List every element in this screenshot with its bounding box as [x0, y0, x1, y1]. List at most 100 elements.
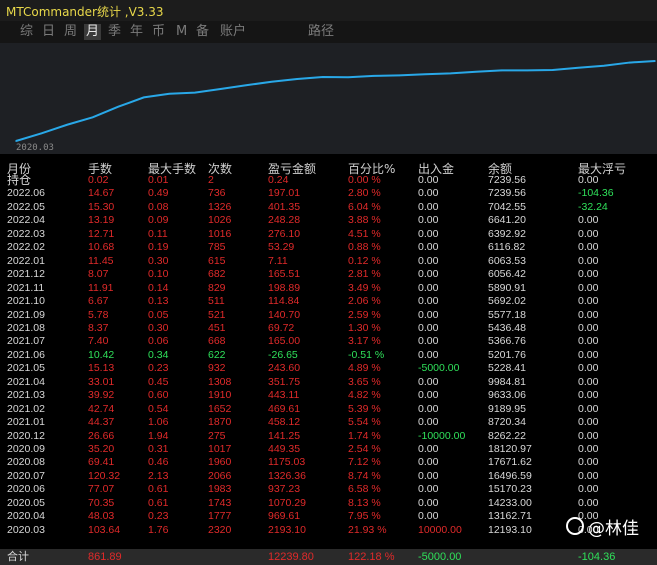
- balance-point-2020.05: [66, 123, 68, 126]
- cell-百分比%: 5.54 %: [348, 416, 381, 429]
- cell-手数: 15.30: [88, 200, 115, 213]
- tab-0[interactable]: 综: [18, 24, 35, 40]
- cell-盈亏金额: 197.01: [268, 187, 301, 200]
- cell-余额: 7042.55: [488, 200, 526, 213]
- cell-月份: 2021.04: [7, 375, 45, 388]
- tab-path[interactable]: 路径: [306, 24, 336, 40]
- table-row[interactable]: 2021.01 44.37 1.06 1870 458.12 5.54 % 0.00 8720…: [0, 416, 657, 429]
- table-row[interactable]: 2021.03 39.92 0.60 1910 443.11 4.82 % 0.00 9633…: [0, 389, 657, 402]
- cell-盈亏金额: 276.10: [268, 227, 301, 240]
- cell-手数: 13.19: [88, 214, 115, 227]
- cell-最大浮亏: 0.00: [578, 348, 599, 361]
- table-row[interactable]: 2021.02 42.74 0.54 1652 469.61 5.39 % 0.00 9189…: [0, 403, 657, 416]
- balance-point-2022.06: [654, 60, 656, 62]
- tab-9[interactable]: 账户: [218, 24, 248, 40]
- table-row[interactable]: 2022.03 12.71 0.11 1016 276.10 4.51 % 0.00 6392…: [0, 228, 657, 241]
- tab-2[interactable]: 周: [62, 24, 79, 40]
- cell-最大手数: 0.61: [148, 496, 169, 509]
- table-row[interactable]: 2021.07 7.40 0.06 668 165.00 3.17 % 0.00 5366.7…: [0, 335, 657, 348]
- table-row[interactable]: 2020.08 69.41 0.46 1960 1175.03 7.12 % 0.00 176…: [0, 456, 657, 469]
- cell-余额: 15170.23: [488, 483, 532, 496]
- table-row[interactable]: 2020.07 120.32 2.13 2066 1326.36 8.74 % 0.00 16…: [0, 470, 657, 483]
- cell-月份: 2021.12: [7, 268, 45, 281]
- cell-出入金: 0.00: [418, 443, 439, 455]
- cell-手数: 48.03: [88, 510, 115, 523]
- total-row: 合计 861.89 12239.80 122.18 % -5000.00 -104.36: [0, 549, 657, 565]
- table-row[interactable]: 2022.01 11.45 0.30 615 7.11 0.12 % 0.00 6063.53…: [0, 255, 657, 268]
- cell-次数: 785: [208, 241, 226, 254]
- cell-月份: 2020.07: [7, 469, 45, 482]
- table-row[interactable]: 2021.06 10.42 0.34 622 -26.65 -0.51 % 0.00 5201…: [0, 349, 657, 362]
- cell-出入金: 0.00: [418, 389, 439, 402]
- cell-出入金: 10000.00: [418, 523, 462, 536]
- cell-最大浮亏: 0.00: [578, 362, 599, 375]
- cell-盈亏金额: 141.25: [268, 429, 301, 442]
- total-cell-手数: 861.89: [88, 551, 122, 563]
- table-row[interactable]: 2020.12 26.66 1.94 275 141.25 1.74 % -10000.00…: [0, 430, 657, 443]
- cell-百分比%: 0.88 %: [348, 241, 381, 254]
- table-row[interactable]: 2021.08 8.37 0.30 451 69.72 1.30 % 0.00 5436.48…: [0, 322, 657, 335]
- tab-5[interactable]: 年: [128, 24, 145, 40]
- table-row[interactable]: 2020.06 77.07 0.61 1983 937.23 6.58 % 0.00 1517…: [0, 483, 657, 496]
- cell-次数: 451: [208, 321, 226, 334]
- cell-最大手数: 0.34: [148, 348, 169, 361]
- table-row[interactable]: 2020.09 35.20 0.31 1017 449.35 2.54 % 0.00 1812…: [0, 443, 657, 456]
- cell-次数: 682: [208, 268, 226, 281]
- tab-3[interactable]: 月: [84, 24, 102, 40]
- cell-盈亏金额: 53.29: [268, 241, 295, 254]
- table-row[interactable]: 2022.06 14.67 0.49 736 197.01 2.80 % 0.00 7239.…: [0, 187, 657, 200]
- cell-余额: 18120.97: [488, 443, 532, 455]
- tab-4[interactable]: 季: [106, 24, 123, 40]
- cell-月份: 2021.09: [7, 308, 45, 321]
- cell-盈亏金额: 2193.10: [268, 523, 306, 536]
- cell-次数: 2320: [208, 523, 232, 536]
- balance-point-2020.08: [143, 96, 145, 99]
- cell-手数: 77.07: [88, 483, 115, 496]
- cell-出入金: 0.00: [418, 308, 439, 321]
- cell-百分比%: 2.80 %: [348, 187, 381, 200]
- cell-次数: 1870: [208, 416, 232, 429]
- table-row[interactable]: 2020.05 70.35 0.61 1743 1070.29 8.13 % 0.00 142…: [0, 497, 657, 510]
- tab-8[interactable]: 备: [194, 24, 211, 40]
- cell-百分比%: 4.51 %: [348, 227, 381, 240]
- table-row[interactable]: 2021.04 33.01 0.45 1308 351.75 3.65 % 0.00 9984…: [0, 376, 657, 389]
- cell-手数: 44.37: [88, 416, 115, 429]
- cell-次数: 1016: [208, 227, 232, 240]
- table-row[interactable]: 2021.09 5.78 0.05 521 140.70 2.59 % 0.00 5577.1…: [0, 309, 657, 322]
- cell-出入金: 0.00: [418, 227, 439, 240]
- tab-1[interactable]: 日: [40, 24, 57, 40]
- cell-余额: 7239.56: [488, 187, 526, 200]
- total-cell-月份: 合计: [7, 551, 29, 563]
- cell-手数: 39.92: [88, 389, 115, 402]
- cell-月份: 2022.05: [7, 200, 45, 213]
- balance-point-2020.04: [40, 132, 43, 135]
- table-row[interactable]: 2020.03 103.64 1.76 2320 2193.10 21.93 % 10000…: [0, 524, 657, 537]
- balance-point-2020.12: [194, 91, 196, 94]
- cell-出入金: 0.00: [418, 200, 439, 213]
- table-row[interactable]: 2021.05 15.13 0.23 932 243.60 4.89 % -5000.00 5…: [0, 362, 657, 375]
- cell-月份: 2021.06: [7, 348, 45, 361]
- cell-最大手数: 1.94: [148, 429, 169, 442]
- cell-月份: 2020.04: [7, 510, 45, 523]
- table-row[interactable]: 2022.05 15.30 0.08 1326 401.35 6.04 % 0.00 7042…: [0, 201, 657, 214]
- table-row[interactable]: 2021.11 11.91 0.14 829 198.89 3.49 % 0.00 5890.…: [0, 282, 657, 295]
- cell-最大浮亏: 0.00: [578, 483, 599, 496]
- cell-出入金: -10000.00: [418, 429, 466, 442]
- tab-7[interactable]: M: [174, 24, 189, 40]
- cell-最大手数: 0.46: [148, 456, 169, 469]
- table-row[interactable]: 2021.10 6.67 0.13 511 114.84 2.06 % 0.00 5692.0…: [0, 295, 657, 308]
- cell-最大浮亏: 0.00: [578, 443, 599, 455]
- cell-手数: 103.64: [88, 523, 121, 536]
- tab-6[interactable]: 币: [150, 24, 167, 40]
- cell-盈亏金额: 449.35: [268, 443, 301, 455]
- table-row[interactable]: 持仓 0.02 0.01 2 0.24 0.00 % 0.00 7239.56 0.00: [0, 174, 657, 187]
- cell-出入金: 0.00: [418, 483, 439, 496]
- cell-次数: 829: [208, 281, 226, 294]
- cell-余额: 6392.92: [488, 227, 526, 240]
- table-row[interactable]: 2022.04 13.19 0.09 1026 248.28 3.88 % 0.00 6641…: [0, 214, 657, 227]
- table-row[interactable]: 2021.12 8.07 0.10 682 165.51 2.81 % 0.00 6056.4…: [0, 268, 657, 281]
- table-row[interactable]: 2022.02 10.68 0.19 785 53.29 0.88 % 0.00 6116.8…: [0, 241, 657, 254]
- cell-盈亏金额: 1070.29: [268, 496, 306, 509]
- table-row[interactable]: 2020.04 48.03 0.23 1777 969.61 7.95 % 0.00 1316…: [0, 510, 657, 523]
- window-title: MTCommander统计 ,V3.33: [6, 5, 164, 19]
